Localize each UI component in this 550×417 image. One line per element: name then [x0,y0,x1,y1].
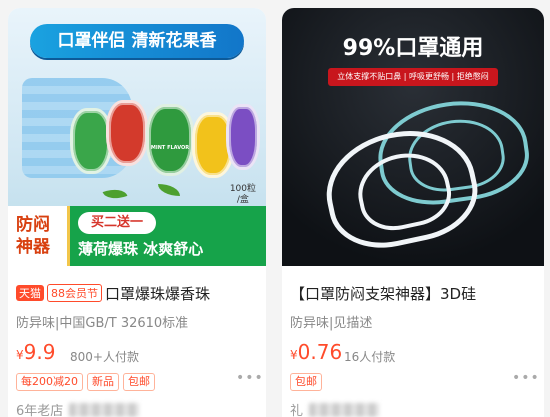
product-image[interactable]: 99%口罩通用 立体支撑不贴口鼻 | 呼吸更舒畅 | 拒绝憋闷 [282,8,544,266]
free-shipping-chip: 包邮 [290,373,322,391]
shop-name-redacted [69,403,140,417]
mint-leaf-icon [102,184,128,204]
price: ¥9.9 [16,340,56,364]
image-subheadline: 立体支撑不贴口鼻 | 呼吸更舒畅 | 拒绝憋闷 [328,68,498,86]
member-day-badge: 88会员节 [47,284,102,302]
shop-name-redacted [309,403,380,417]
promo-chips: 每200减20 新品 包邮 [16,370,159,391]
promo-side-label: 防闷 神器 [8,206,70,266]
count-tag: 100粒/盒 [229,184,256,205]
product-title[interactable]: 【口罩防闷支架神器】3D硅 [290,283,476,304]
image-headline: 99%口罩通用 [342,36,484,61]
price: ¥0.76 [290,340,343,364]
bead-tin-mint: MINT FLAVOR [146,104,194,176]
product-image[interactable]: 口罩伴侣 清新花果香 MINT FLAVOR 100粒/盒 防闷 神器 买二送一 … [8,8,266,266]
more-options-icon[interactable]: ••• [512,370,540,386]
buy-offer-tag: 买二送一 [78,212,156,234]
tmall-badge: 天猫 [16,285,44,301]
buyer-count: 16人付款 [344,350,396,364]
product-title[interactable]: 天猫 88会员节 口罩爆珠爆香珠 [16,283,210,304]
bead-tin-red [106,100,148,166]
product-card-flavor-beads[interactable]: 口罩伴侣 清新花果香 MINT FLAVOR 100粒/盒 防闷 神器 买二送一 … [8,8,266,417]
more-options-icon[interactable]: ••• [236,370,264,386]
free-shipping-chip: 包邮 [123,373,155,391]
product-card-mask-bracket[interactable]: 99%口罩通用 立体支撑不贴口鼻 | 呼吸更舒畅 | 拒绝憋闷 【口罩防闷支架神… [282,8,544,417]
mint-leaf-icon [158,184,180,196]
discount-chip: 每200减20 [16,373,83,391]
product-attributes: 防异味|见描述 [290,316,373,331]
new-chip: 新品 [87,373,119,391]
promo-chips: 包邮 [290,370,326,391]
promo-slogan: 薄荷爆珠 冰爽舒心 [78,240,204,258]
product-title-text: 口罩爆珠爆香珠 [105,285,211,303]
buyer-count: 800+人付款 [70,350,139,364]
image-banner: 口罩伴侣 清新花果香 [30,24,244,58]
product-attributes: 防异味|中国GB/T 32610标准 [16,316,189,331]
flavor-label: MINT FLAVOR [150,145,190,151]
product-grid: 口罩伴侣 清新花果香 MINT FLAVOR 100粒/盒 防闷 神器 买二送一 … [0,0,550,417]
shop-info[interactable]: 6年老店 [16,400,140,417]
shop-info[interactable]: 礼 [290,400,380,417]
bead-tin-purple [226,104,260,170]
